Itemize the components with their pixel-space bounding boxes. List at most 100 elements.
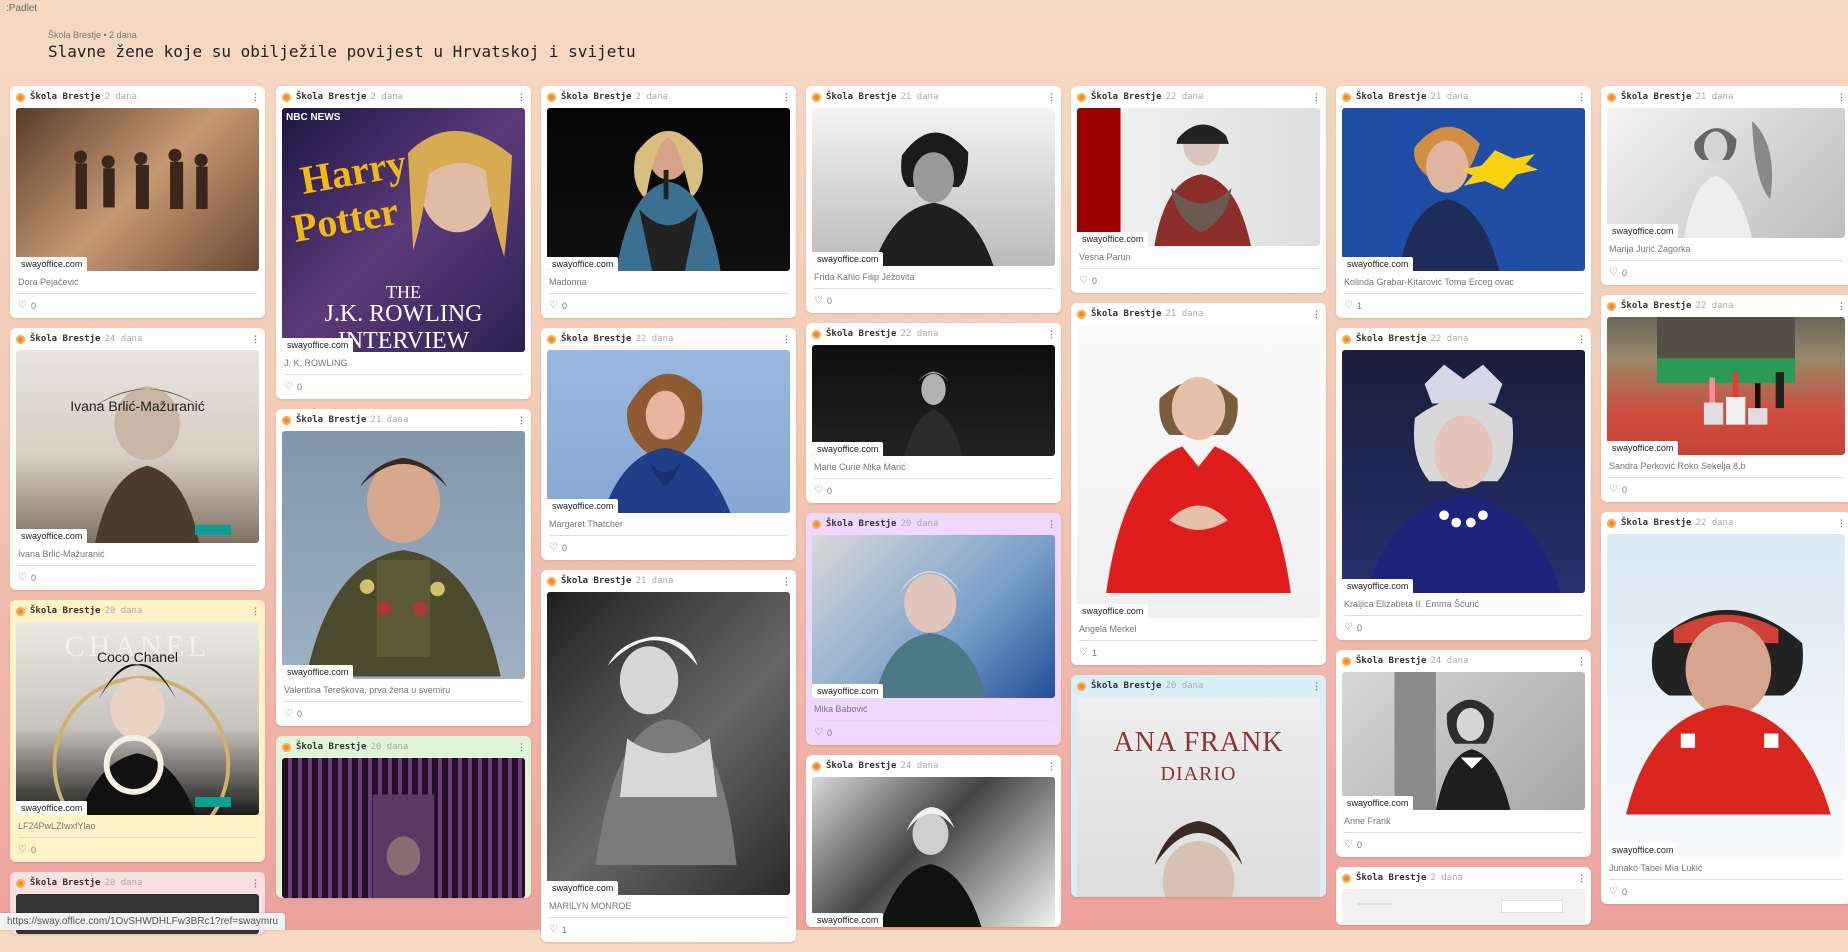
padlet-logo[interactable]: :Padlet [6,3,37,14]
post-image[interactable]: swayoffice.com [547,592,790,895]
more-options-icon[interactable]: ⋮ [251,334,260,345]
heart-icon[interactable]: ♡ [18,301,27,311]
post-card[interactable]: Škola Brestje 21 dana ⋮ swayoffice.com Kol… [1336,86,1591,318]
post-card[interactable]: Škola Brestje 21 dana ⋮ swayoffice.com Val… [276,409,531,726]
heart-icon[interactable]: ♡ [1079,648,1088,658]
post-image[interactable]: swayoffice.com [547,350,790,513]
post-image[interactable]: NBC NEWS Harry Potter THE J.K. ROWLING I… [282,108,525,352]
more-options-icon[interactable]: ⋮ [1047,761,1056,772]
heart-icon[interactable]: ♡ [814,728,823,738]
source-badge[interactable]: swayoffice.com [1342,579,1414,593]
heart-icon[interactable]: ♡ [549,925,558,935]
post-image[interactable]: swayoffice.com [282,431,525,679]
more-options-icon[interactable]: ⋮ [251,878,260,889]
post-card[interactable]: Škola Brestje 22 dana ⋮ swayoffice.com Ves… [1071,86,1326,293]
post-card[interactable]: Škola Brestje 2 dana ⋮ NBC NEWS Harry Pott… [276,86,531,399]
more-options-icon[interactable]: ⋮ [1577,656,1586,667]
post-image[interactable]: swayoffice.com [812,345,1055,456]
post-image[interactable]: swayoffice.com [1342,350,1585,593]
more-options-icon[interactable]: ⋮ [1047,92,1056,103]
source-badge[interactable]: swayoffice.com [1077,604,1149,618]
more-options-icon[interactable]: ⋮ [251,606,260,617]
post-image[interactable]: ANA FRANK DIARIO [1077,697,1320,897]
post-card[interactable]: Škola Brestje 22 dana ⋮ swayoffice.com Kra… [1336,328,1591,640]
source-badge[interactable]: swayoffice.com [1607,224,1679,238]
post-image[interactable]: swayoffice.com [1342,672,1585,810]
source-badge[interactable]: swayoffice.com [812,913,884,927]
post-image[interactable]: swayoffice.com [1342,108,1585,271]
more-options-icon[interactable]: ⋮ [517,742,526,753]
post-card[interactable]: Škola Brestje 22 dana ⋮ swayoffice.com San… [1601,295,1848,502]
more-options-icon[interactable]: ⋮ [1312,92,1321,103]
source-badge[interactable]: swayoffice.com [547,499,619,513]
post-image[interactable]: swayoffice.com [16,108,259,271]
more-options-icon[interactable]: ⋮ [1577,334,1586,345]
source-badge[interactable]: swayoffice.com [1342,257,1414,271]
post-image[interactable]: Ivana Brlić-Mažuranić swayoffice.com [16,350,259,543]
post-image[interactable]: swayoffice.com [1607,534,1845,857]
post-image[interactable]: swayoffice.com [812,777,1055,927]
post-card[interactable]: Škola Brestje 21 dana ⋮ swayoffice.com Ang… [1071,303,1326,665]
post-image[interactable]: swayoffice.com [812,535,1055,698]
post-image[interactable]: swayoffice.com [1077,325,1320,618]
more-options-icon[interactable]: ⋮ [1837,301,1846,312]
more-options-icon[interactable]: ⋮ [517,415,526,426]
post-card[interactable]: Škola Brestje 20 dana ⋮ ANA FRANK DIARIO [1071,675,1326,897]
post-card[interactable]: Škola Brestje 24 dana ⋮ swayoffice.com Ann… [1336,650,1591,857]
source-badge[interactable]: swayoffice.com [547,881,619,895]
embed-placeholder[interactable] [1342,889,1585,925]
more-options-icon[interactable]: ⋮ [1047,329,1056,340]
post-card[interactable]: Škola Brestje 24 dana ⋮ swayoffice.com [806,755,1061,927]
source-badge[interactable]: swayoffice.com [1077,232,1149,246]
post-image[interactable]: swayoffice.com [1077,108,1320,246]
more-options-icon[interactable]: ⋮ [251,92,260,103]
more-options-icon[interactable]: ⋮ [1577,92,1586,103]
post-image[interactable]: swayoffice.com [1607,317,1845,455]
post-image[interactable]: CHANEL Coco Chanel swayoffice.com [16,622,259,815]
post-card[interactable]: Škola Brestje 20 dana ⋮ CHANEL Coco Chanel… [10,600,265,862]
source-badge[interactable]: swayoffice.com [1342,796,1414,810]
more-options-icon[interactable]: ⋮ [1837,92,1846,103]
heart-icon[interactable]: ♡ [1609,887,1618,897]
more-options-icon[interactable]: ⋮ [1837,518,1846,529]
heart-icon[interactable]: ♡ [1344,623,1353,633]
post-card[interactable]: Škola Brestje 21 dana ⋮ swayoffice.com MAR… [541,570,796,942]
heart-icon[interactable]: ♡ [1344,840,1353,850]
post-card[interactable]: Škola Brestje 21 dana ⋮ swayoffice.com Fri… [806,86,1061,313]
post-image[interactable]: swayoffice.com [547,108,790,271]
heart-icon[interactable]: ♡ [284,382,293,392]
heart-icon[interactable]: ♡ [549,543,558,553]
more-options-icon[interactable]: ⋮ [782,334,791,345]
heart-icon[interactable]: ♡ [18,573,27,583]
heart-icon[interactable]: ♡ [284,709,293,719]
post-card[interactable]: Škola Brestje 20 dana ⋮ swayoffice.com Mik… [806,513,1061,745]
post-card[interactable]: Škola Brestje 24 dana ⋮ Ivana Brlić-Mažura… [10,328,265,590]
heart-icon[interactable]: ♡ [18,845,27,855]
heart-icon[interactable]: ♡ [814,296,823,306]
source-badge[interactable]: swayoffice.com [16,801,88,815]
more-options-icon[interactable]: ⋮ [782,92,791,103]
source-badge[interactable]: swayoffice.com [16,529,88,543]
source-badge[interactable]: swayoffice.com [282,665,354,679]
post-image[interactable]: swayoffice.com [812,108,1055,266]
post-card[interactable]: Škola Brestje 20 dana ⋮ [276,736,531,898]
heart-icon[interactable]: ♡ [1079,276,1088,286]
source-badge[interactable]: swayoffice.com [282,338,354,352]
source-badge[interactable]: swayoffice.com [547,257,619,271]
more-options-icon[interactable]: ⋮ [1312,309,1321,320]
more-options-icon[interactable]: ⋮ [1047,519,1056,530]
more-options-icon[interactable]: ⋮ [1577,873,1586,884]
post-image[interactable]: swayoffice.com [1607,108,1845,238]
post-card[interactable]: Škola Brestje 2 dana ⋮ [1336,867,1591,925]
heart-icon[interactable]: ♡ [549,301,558,311]
post-card[interactable]: Škola Brestje 2 dana ⋮ swayoffice.com Mado… [541,86,796,318]
post-card[interactable]: Škola Brestje 22 dana ⋮ swayoffice.com Jun… [1601,512,1848,904]
heart-icon[interactable]: ♡ [1609,485,1618,495]
post-card[interactable]: Škola Brestje 22 dana ⋮ swayoffice.com Mar… [806,323,1061,503]
source-badge[interactable]: swayoffice.com [812,252,884,266]
post-card[interactable]: Škola Brestje 2 dana ⋮ swayoffice.com Dora… [10,86,265,318]
more-options-icon[interactable]: ⋮ [782,576,791,587]
post-card[interactable]: Škola Brestje 22 dana ⋮ swayoffice.com Mar… [541,328,796,560]
source-badge[interactable]: swayoffice.com [812,442,884,456]
source-badge[interactable]: swayoffice.com [1607,441,1679,455]
